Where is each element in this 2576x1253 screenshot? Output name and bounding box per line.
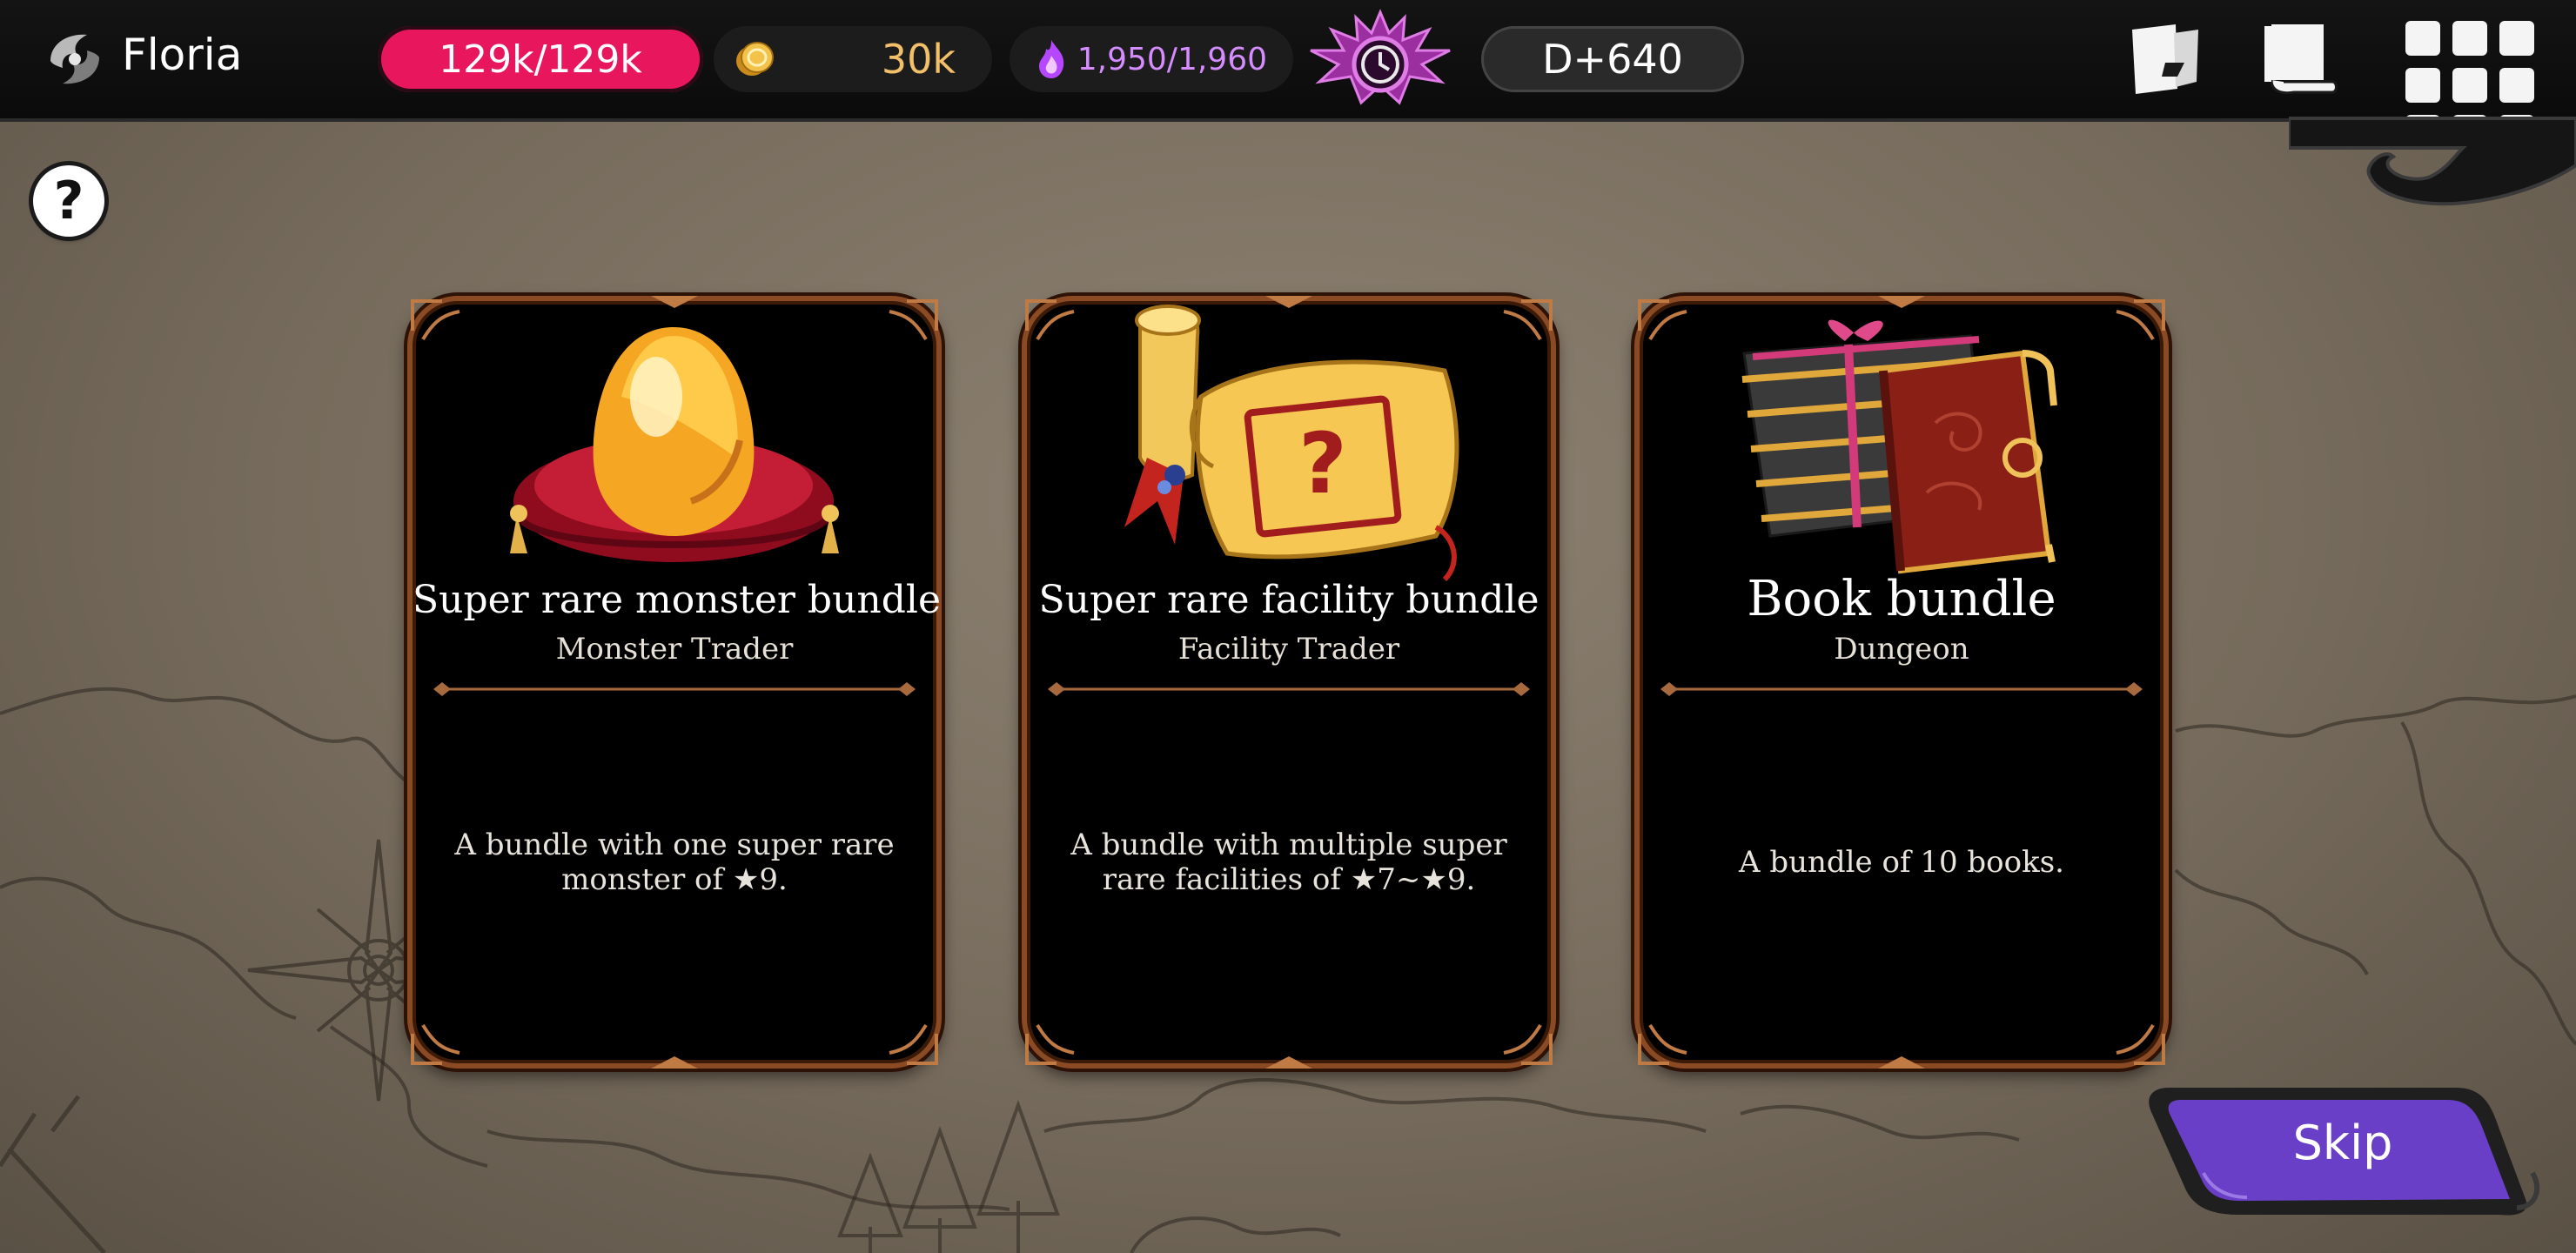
quest-scroll-icon[interactable] xyxy=(2123,19,2205,97)
skip-label[interactable]: Skip xyxy=(2224,1116,2461,1170)
player-emblem-icon xyxy=(50,34,99,84)
card-title: Super rare monster bundle xyxy=(413,578,942,622)
card-divider xyxy=(1048,682,1530,696)
bundle-card-facility[interactable]: ? Super rare facility bundle Facility Tr… xyxy=(1022,296,1556,1069)
player-name: Floria xyxy=(122,30,243,80)
card-description: A bundle of 10 books. xyxy=(1739,845,2064,880)
card-source: Monster Trader xyxy=(555,632,794,667)
golden-egg-icon xyxy=(510,327,839,562)
book-bundle-icon xyxy=(1741,319,2057,574)
card-divider xyxy=(433,682,916,696)
mana-value: 1,950/1,960 xyxy=(1077,41,1267,77)
bundle-card-monster[interactable]: Super rare monster bundle Monster Trader… xyxy=(407,296,942,1069)
gold-display: 30k xyxy=(714,26,992,92)
day-value: D+640 xyxy=(1542,36,1683,83)
card-title: Super rare facility bundle xyxy=(1038,578,1540,622)
svg-text:?: ? xyxy=(1298,415,1347,513)
card-description: A bundle with one super rare monster of … xyxy=(454,828,895,897)
top-bar-ornament xyxy=(2289,117,2576,206)
card-title: Book bundle xyxy=(1747,571,2056,627)
mystery-scroll-icon: ? xyxy=(1124,305,1459,582)
top-status-bar: Floria 129k/129k 30k 1,950/1,960 D+640 xyxy=(0,0,2576,150)
bundle-card-book[interactable]: Book bundle Dungeon A bundle of 10 books… xyxy=(1634,296,2169,1069)
card-description: A bundle with multiple super rare facili… xyxy=(1070,828,1507,897)
day-clock-emblem-icon xyxy=(1310,9,1451,105)
help-icon: ? xyxy=(53,171,84,231)
day-counter: D+640 xyxy=(1481,26,1744,92)
card-source: Facility Trader xyxy=(1177,632,1400,667)
hp-value: 129k/129k xyxy=(439,37,642,82)
card-divider xyxy=(1660,682,2143,696)
purple-flame-icon xyxy=(1039,40,1064,78)
help-button[interactable]: ? xyxy=(33,165,104,237)
book-icon[interactable] xyxy=(2259,19,2341,97)
mana-display: 1,950/1,960 xyxy=(1010,26,1293,92)
gold-value: 30k xyxy=(881,36,956,83)
gold-coin-icon xyxy=(736,42,774,76)
card-source: Dungeon xyxy=(1834,632,1969,667)
hp-display: 129k/129k xyxy=(378,26,703,92)
